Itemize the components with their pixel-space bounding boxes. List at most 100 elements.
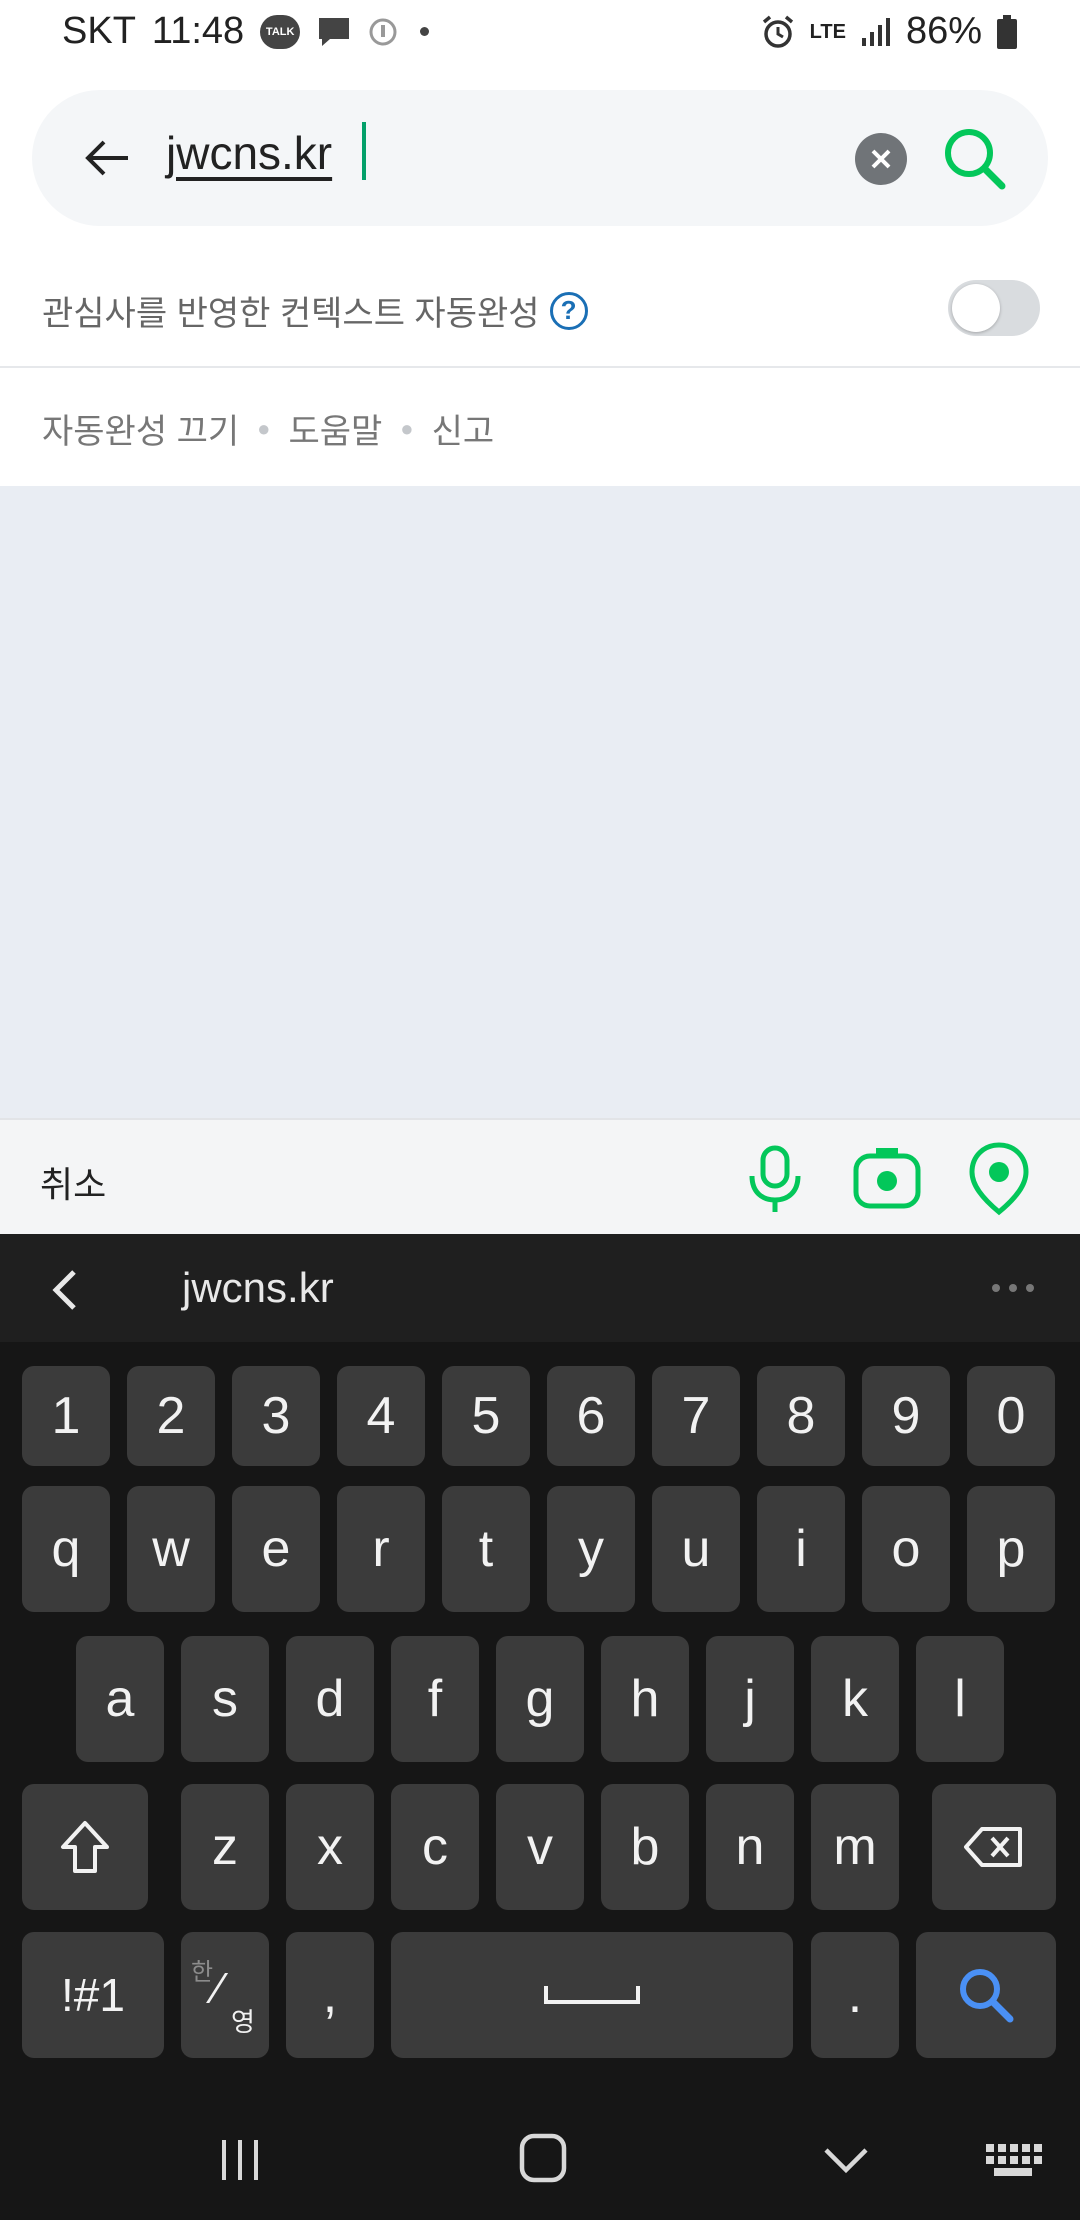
search-input[interactable]: jwcns.kr [166,126,332,180]
key-q[interactable]: q [22,1486,110,1612]
report-link[interactable]: 신고 [432,404,495,453]
message-icon [319,17,350,46]
network-type: LTE [809,20,846,43]
notification-dot-icon [420,27,430,36]
key-i[interactable]: i [757,1486,845,1612]
key-v[interactable]: v [496,1784,584,1910]
separator-dot: ● [257,415,271,441]
key-0[interactable]: 0 [967,1366,1055,1466]
home-icon[interactable] [518,2132,568,2184]
key-w[interactable]: w [127,1486,215,1612]
context-autocomplete-label: 관심사를 반영한 컨텍스트 자동완성 [42,295,540,333]
key-y[interactable]: y [547,1486,635,1612]
shift-icon [61,1821,109,1873]
key-k[interactable]: k [811,1636,899,1762]
help-link[interactable]: 도움말 [288,404,382,453]
kakaotalk-icon: TALK [260,14,301,49]
status-bar: SKT 11:48 TALK LTE 86% [0,0,1080,66]
lang-bottom: 영 [231,2007,255,2037]
key-p[interactable]: p [967,1486,1055,1612]
backspace-icon [964,1827,1022,1867]
key-a[interactable]: a [76,1636,164,1762]
key-6[interactable]: 6 [547,1366,635,1466]
microphone-icon[interactable] [742,1144,808,1214]
key-x[interactable]: x [286,1784,374,1910]
period-key[interactable]: . [811,1932,899,2058]
context-autocomplete-toggle[interactable] [948,280,1040,336]
key-t[interactable]: t [442,1486,530,1612]
battery-icon [997,14,1017,49]
signal-icon [861,17,890,46]
key-e[interactable]: e [232,1486,320,1612]
recent-apps-icon[interactable] [216,2136,264,2184]
chevron-left-icon[interactable] [46,1266,86,1314]
search-box[interactable]: jwcns.kr [32,90,1048,226]
chevron-down-icon[interactable] [822,2142,870,2178]
space-icon [544,1986,640,2004]
key-g[interactable]: g [496,1636,584,1762]
autocomplete-links-row: 자동완성 끄기 ● 도움말 ● 신고 [0,368,1080,486]
key-u[interactable]: u [652,1486,740,1612]
backspace-key[interactable] [932,1784,1056,1910]
search-icon[interactable] [940,124,1010,194]
key-l[interactable]: l [916,1636,1004,1762]
key-h[interactable]: h [601,1636,689,1762]
key-7[interactable]: 7 [652,1366,740,1466]
key-8[interactable]: 8 [757,1366,845,1466]
key-2[interactable]: 2 [127,1366,215,1466]
battery-percent: 86% [905,10,982,52]
context-autocomplete-label-group: 관심사를 반영한 컨텍스트 자동완성 ? [42,286,588,335]
more-icon[interactable] [990,1282,1036,1294]
keyboard-suggestion[interactable]: jwcns.kr [182,1264,334,1312]
text-caret [362,122,366,180]
help-icon[interactable]: ? [549,291,588,330]
search-icon [960,1969,1014,2023]
keyboard: jwcns.kr 1 2 3 4 5 6 7 8 9 0 q w e r t y… [0,1234,1080,2220]
shift-key[interactable] [22,1784,148,1910]
navigation-bar [0,2098,1080,2220]
symbols-key[interactable]: !#1 [22,1932,164,2058]
key-5[interactable]: 5 [442,1366,530,1466]
key-4[interactable]: 4 [337,1366,425,1466]
context-autocomplete-row: 관심사를 반영한 컨텍스트 자동완성 ? [0,246,1080,368]
search-action-bar: 취소 [0,1118,1080,1234]
key-z[interactable]: z [181,1784,269,1910]
key-c[interactable]: c [391,1784,479,1910]
alarm-icon [762,15,793,48]
key-s[interactable]: s [181,1636,269,1762]
status-right: LTE 86% [760,10,1018,53]
slash-glyph: ⁄ [215,1964,223,2013]
separator-dot: ● [400,415,414,441]
cancel-button[interactable]: 취소 [40,1156,106,1208]
location-pin-icon[interactable] [966,1140,1032,1216]
lang-top: 한 [191,1959,214,1986]
key-3[interactable]: 3 [232,1366,320,1466]
toggle-knob [952,284,1000,332]
key-n[interactable]: n [706,1784,794,1910]
back-arrow-icon[interactable] [80,130,136,186]
key-1[interactable]: 1 [22,1366,110,1466]
key-m[interactable]: m [811,1784,899,1910]
key-o[interactable]: o [862,1486,950,1612]
keyboard-suggestion-bar: jwcns.kr [0,1234,1080,1342]
status-left: SKT 11:48 TALK [62,10,430,53]
info-icon [369,18,397,45]
keyboard-icon[interactable] [984,2142,1042,2178]
comma-key[interactable]: , [286,1932,374,2058]
clock: 11:48 [151,10,245,52]
space-key[interactable] [391,1932,793,2058]
carrier: SKT [62,10,136,52]
camera-lens-icon[interactable] [852,1144,922,1214]
autocomplete-links: 자동완성 끄기 ● 도움말 ● 신고 [42,404,494,453]
language-key[interactable]: 한 ⁄ 영 [181,1932,269,2058]
clear-icon[interactable] [854,132,908,186]
key-j[interactable]: j [706,1636,794,1762]
keyboard-search-key[interactable] [916,1932,1056,2058]
key-b[interactable]: b [601,1784,689,1910]
key-r[interactable]: r [337,1486,425,1612]
key-9[interactable]: 9 [862,1366,950,1466]
autocomplete-off-link[interactable]: 자동완성 끄기 [42,404,239,453]
key-d[interactable]: d [286,1636,374,1762]
key-f[interactable]: f [391,1636,479,1762]
search-header: jwcns.kr [0,66,1080,246]
